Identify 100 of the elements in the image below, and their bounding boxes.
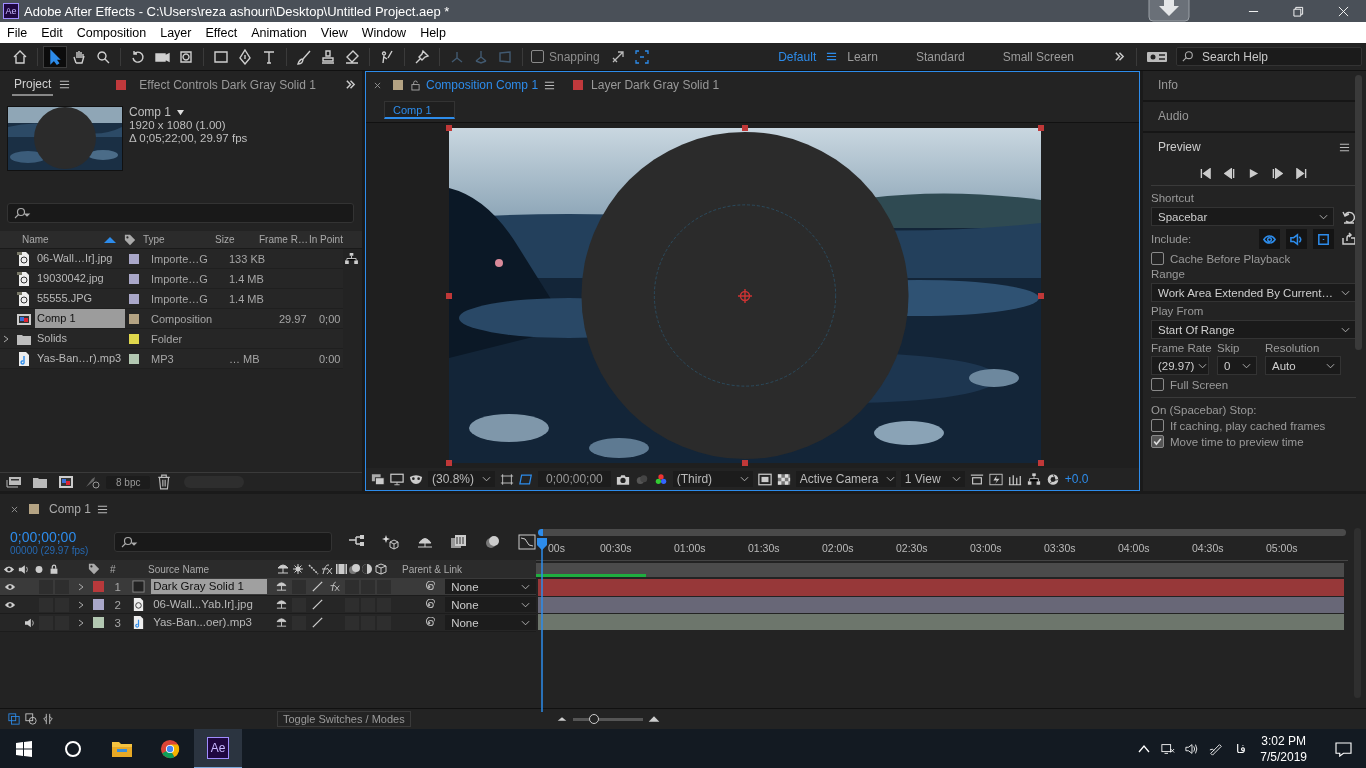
menu-item[interactable]: Help (413, 25, 453, 40)
composition-size: 1920 x 1080 (1.00) (129, 119, 227, 132)
item-type: Composition (151, 312, 214, 325)
layer-row[interactable]: 3 Yas-Ban...oer).mp3 None (0, 614, 536, 632)
ruler-label: 00:30s (600, 542, 632, 554)
panel-tab[interactable]: Effect Controls Dark Gray Solid 1 (137, 74, 318, 95)
composition-duration: Δ 0;05;22;00, 29.97 fps (129, 132, 248, 145)
frame-rate-dropdown[interactable]: (29.97) (1151, 356, 1209, 375)
checkbox-label: Move time to preview time (1170, 435, 1304, 448)
project-item[interactable]: 55555.JPG Importe…G 1.4 MB (0, 289, 343, 309)
column-header[interactable]: Type (143, 234, 215, 245)
taskbar-app[interactable]: Ae (194, 729, 242, 768)
range-dropdown[interactable]: Work Area Extended By Current… (1151, 283, 1356, 302)
workspace-tab[interactable]: Small Screen (998, 49, 1078, 64)
ruler-label: 01:00s (674, 542, 706, 554)
menu-item[interactable]: Layer (153, 25, 199, 40)
item-size: … MB (229, 352, 260, 365)
app-logo: Ae (207, 737, 229, 759)
column-header[interactable]: # (110, 563, 148, 575)
project-item[interactable]: Yas-Ban…r).mp3 MP3 … MB 0:00 (0, 349, 343, 369)
field-label: Frame Rate (1151, 342, 1209, 354)
menu-item[interactable]: Animation (244, 25, 314, 40)
ruler-label: 02:30s (896, 542, 928, 554)
checkbox-label: Cache Before Playback (1170, 252, 1291, 265)
parent-dropdown[interactable]: None (445, 579, 536, 594)
column-header[interactable]: In Point (309, 234, 349, 245)
column-header[interactable]: Size (215, 234, 259, 245)
project-item[interactable]: 06-Wall…Ir].jpg Importe…G 133 KB (0, 249, 343, 269)
item-size: 133 KB (229, 252, 266, 265)
window-title: Adobe After Effects - C:\Users\reza ashouri\Desktop\Untitled Project.aep * (24, 3, 450, 19)
skip-dropdown[interactable]: 0 (1217, 356, 1257, 375)
column-header[interactable]: Parent & Link (402, 563, 482, 575)
layer-name[interactable]: Yas-Ban...oer).mp3 (151, 615, 268, 630)
resolution-dropdown[interactable]: Auto (1265, 356, 1341, 375)
menu-item[interactable]: View (313, 25, 355, 40)
layer-name[interactable]: 06-Wall...Yab.Ir].jpg (151, 597, 268, 612)
clock[interactable]: 3:02 PM 7/5/2019 (1260, 733, 1307, 765)
menu-item[interactable]: Edit (34, 25, 70, 40)
ruler-label: 01:30s (748, 542, 780, 554)
ruler-label: 05:00s (1266, 542, 1298, 554)
time-ruler[interactable]: 00s 00:30s 01:00s 01:30s 02:00s 02:30s 03:00s 03:30s 04:00s 04:30s 05:00s (536, 540, 1348, 561)
viewer-tab[interactable]: Composition Comp 1 (426, 78, 539, 92)
item-in-point: 0:00 (319, 352, 341, 365)
menu-item[interactable]: File (0, 25, 35, 40)
app-logo: Ae (3, 3, 19, 19)
item-name: 19030042.jpg (36, 271, 105, 286)
camera-view-dropdown[interactable]: Active Camera (795, 471, 896, 487)
viewer-tab[interactable]: Layer Dark Gray Solid 1 (591, 78, 720, 92)
breadcrumb-tab[interactable]: Comp 1 (384, 101, 455, 119)
column-header[interactable]: Frame R… (259, 234, 309, 245)
toggle-switches-button[interactable]: Toggle Switches / Modes (277, 711, 411, 727)
magnification-dropdown[interactable]: (30.8%) (428, 471, 496, 487)
field-label: Play From (1151, 305, 1205, 317)
input-language[interactable]: فا (1236, 742, 1247, 756)
checkbox-label: Full Screen (1170, 378, 1229, 391)
layer-name[interactable]: Dark Gray Solid 1 (151, 579, 268, 594)
current-time-display[interactable]: 0;00;00;00 (10, 528, 103, 545)
ruler-label: 00s (548, 542, 565, 554)
renderer-dropdown[interactable]: (Third) (672, 471, 753, 487)
item-type: Folder (151, 332, 184, 345)
item-name: Solids (36, 331, 68, 346)
exposure-value[interactable]: +0.0 (1064, 472, 1089, 486)
item-name: 55555.JPG (36, 291, 94, 306)
play-from-dropdown[interactable]: Start Of Range (1151, 320, 1356, 339)
item-name: Yas-Ban…r).mp3 (36, 351, 123, 366)
parent-dropdown[interactable]: None (445, 615, 536, 630)
project-item[interactable]: 19030042.jpg Importe…G 1.4 MB (0, 269, 343, 289)
view-layout-dropdown[interactable]: 1 View (900, 471, 965, 487)
ruler-label: 03:30s (1044, 542, 1076, 554)
bit-depth-button[interactable]: 8 bpc (106, 475, 151, 489)
workspace-tab[interactable]: Default (774, 49, 821, 64)
composition-name[interactable]: Comp 1 (129, 106, 172, 119)
workspace-tab[interactable]: Learn (843, 49, 882, 64)
search-help-field[interactable]: Search Help (1176, 47, 1362, 66)
shortcut-dropdown[interactable]: Spacebar (1151, 207, 1334, 226)
workspace-tab[interactable]: Standard (911, 49, 969, 64)
project-item[interactable]: Comp 1 Composition 29.97 0;00 (0, 309, 343, 329)
item-name: Comp 1 (35, 309, 125, 328)
timeline-tab[interactable]: Comp 1 (49, 502, 92, 516)
field-label: Range (1151, 268, 1186, 280)
parent-dropdown[interactable]: None (445, 597, 536, 612)
ruler-label: 02:00s (822, 542, 854, 554)
layer-row[interactable]: 1 Dark Gray Solid 1 None (0, 578, 536, 596)
column-header[interactable]: Source Name (148, 563, 276, 575)
menu-item[interactable]: Effect (198, 25, 245, 40)
checkbox-label: If caching, play cached frames (1170, 419, 1326, 432)
snapping-label: Snapping (549, 49, 600, 64)
field-label: Shortcut (1151, 192, 1195, 204)
item-type: MP3 (151, 352, 175, 365)
column-header[interactable]: Name (0, 234, 104, 245)
layer-row[interactable]: 2 06-Wall...Yab.Ir].jpg None (0, 596, 536, 614)
menu-item[interactable]: Composition (69, 25, 154, 40)
layer-number: 2 (113, 598, 122, 611)
current-time-field[interactable]: 0;00;00;00 (538, 471, 611, 487)
item-frame-rate: 29.97 (279, 312, 307, 325)
item-type: Importe…G (151, 272, 209, 285)
panel-tab[interactable]: Project (12, 73, 54, 96)
panel-title[interactable]: Preview (1158, 140, 1201, 154)
menu-item[interactable]: Window (354, 25, 414, 40)
item-in-point: 0;00 (319, 312, 341, 325)
